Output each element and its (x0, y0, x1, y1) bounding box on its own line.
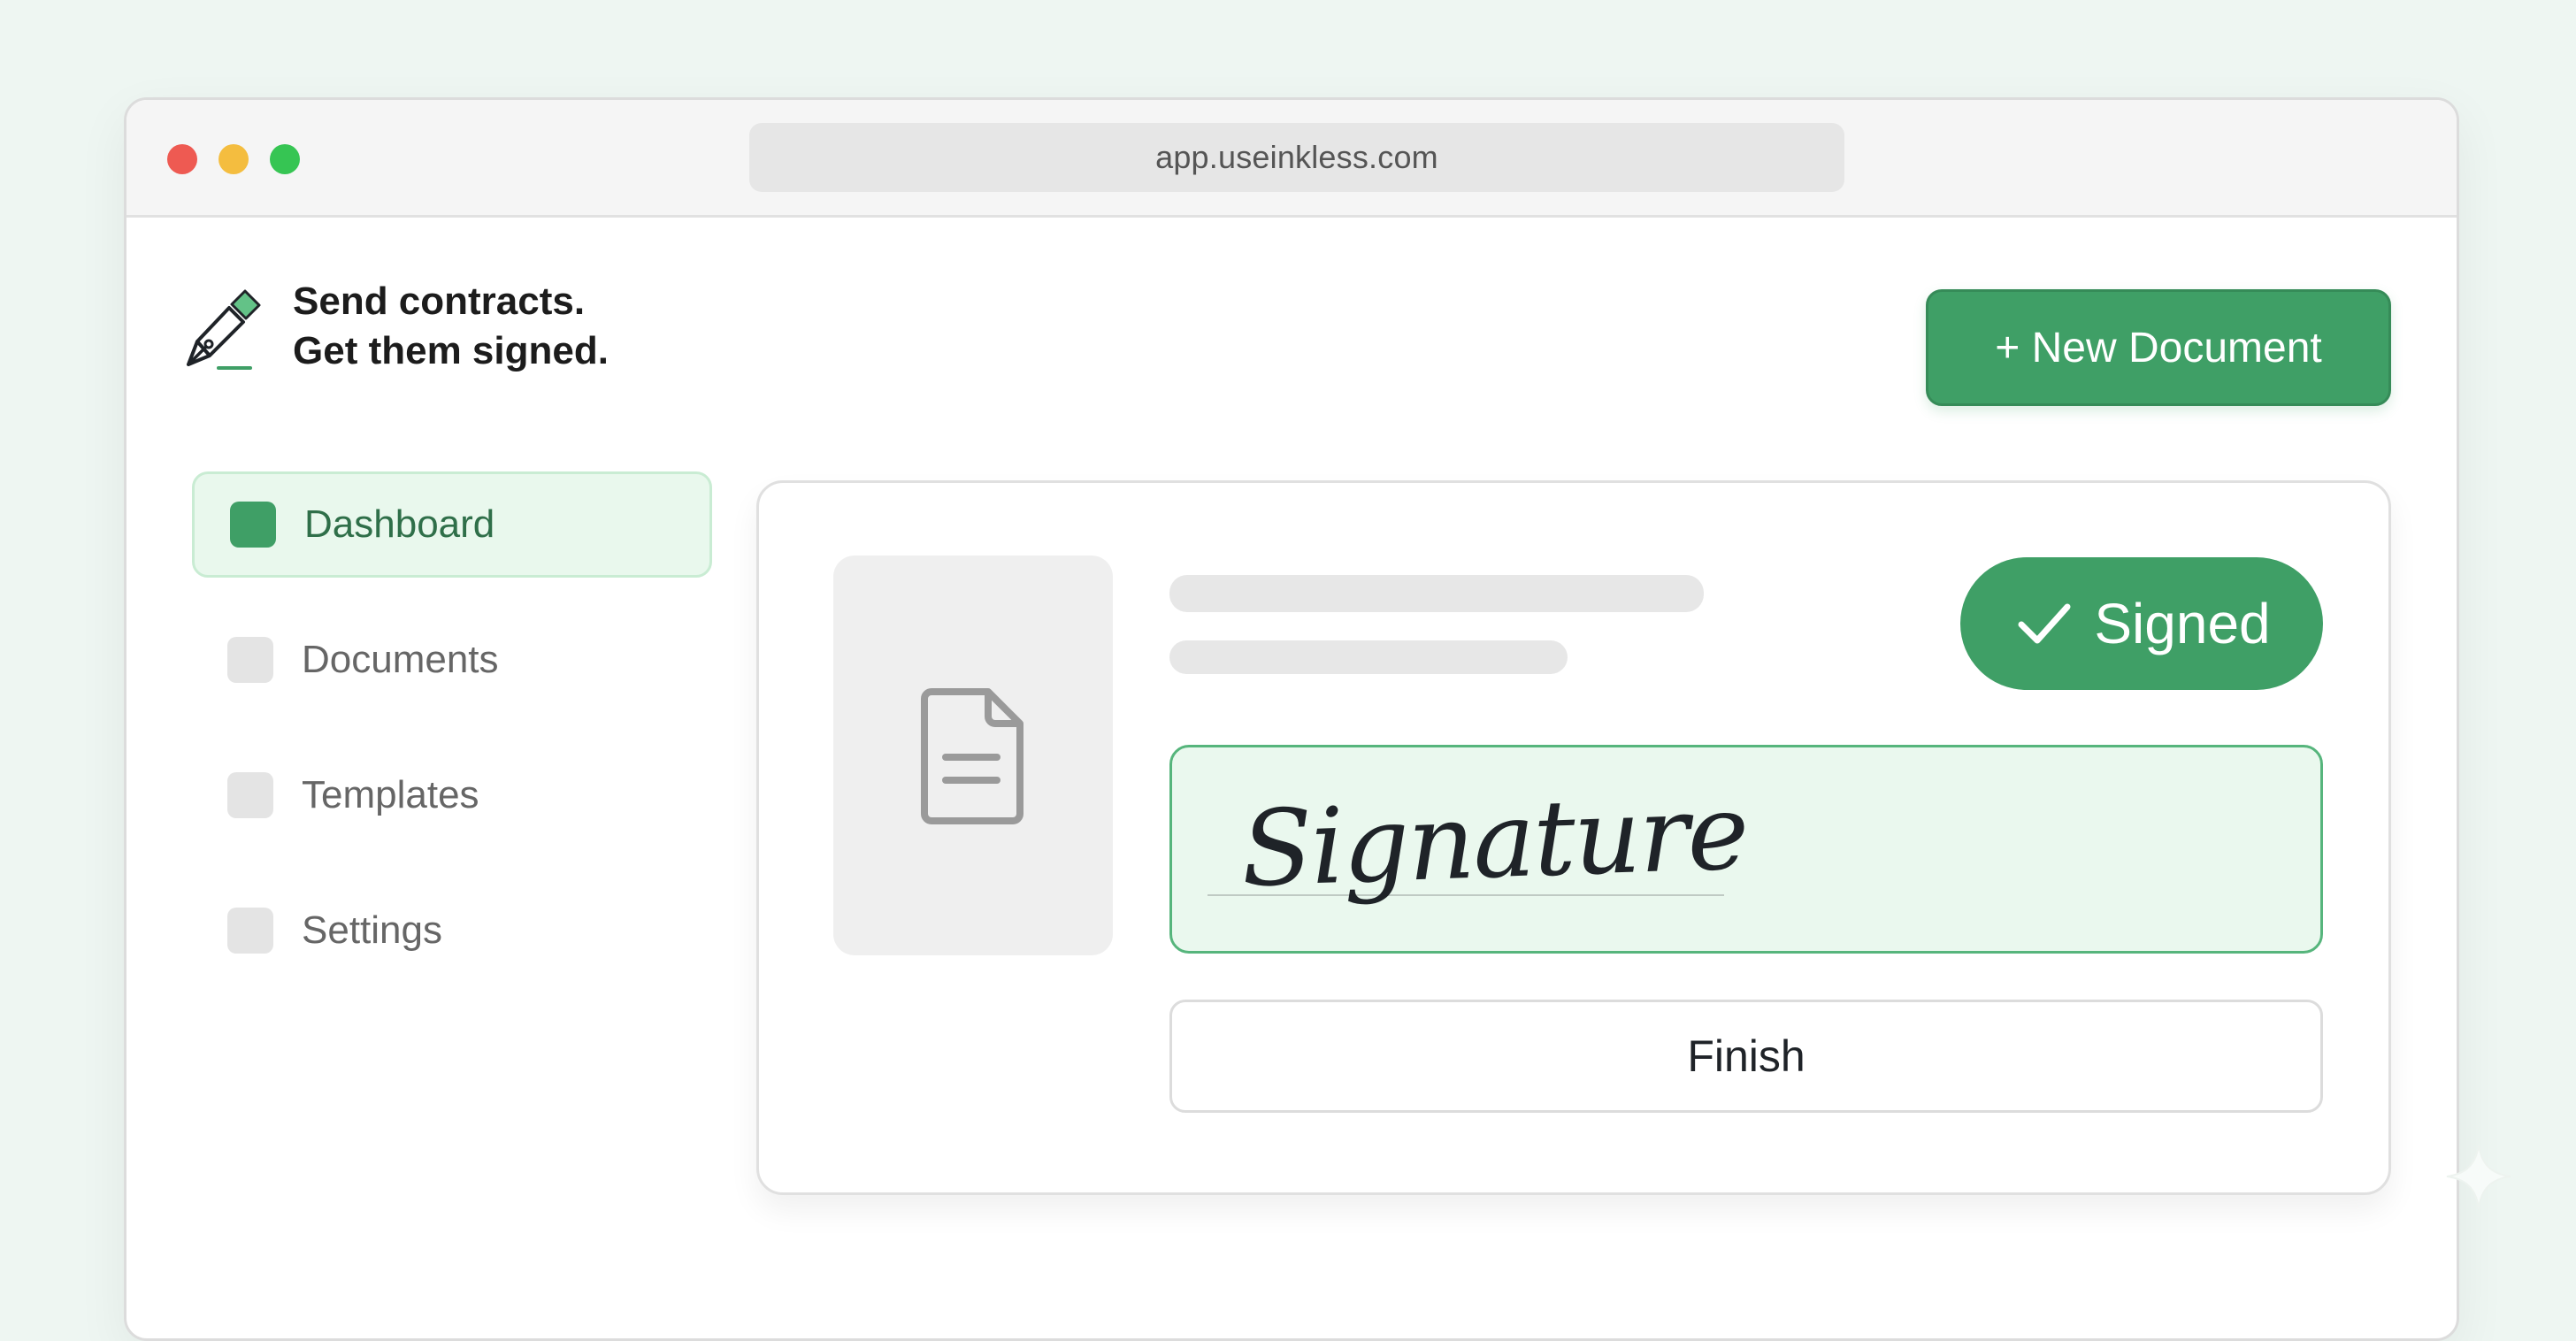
minimize-window-button[interactable] (218, 144, 249, 174)
sidebar-item-settings[interactable]: Settings (192, 877, 712, 984)
sidebar-item-label: Dashboard (304, 502, 495, 546)
document-subtitle-placeholder (1169, 640, 1568, 674)
checkmark-icon (2018, 603, 2071, 644)
signed-status-label: Signed (2094, 592, 2271, 655)
signature-field[interactable]: Signature (1169, 745, 2323, 954)
browser-window: app.useinkless.com Send contracts. Get t… (124, 97, 2459, 1341)
document-card: Signed Signature Finish (756, 480, 2391, 1195)
sidebar-item-label: Documents (302, 638, 499, 681)
document-title-placeholder (1169, 575, 1704, 612)
signature-value: Signature (1238, 770, 1750, 910)
close-window-button[interactable] (167, 144, 197, 174)
address-bar[interactable]: app.useinkless.com (749, 123, 1844, 192)
sidebar-item-label: Templates (302, 773, 479, 816)
maximize-window-button[interactable] (270, 144, 300, 174)
signed-status-badge: Signed (1960, 557, 2323, 690)
sidebar-item-dashboard[interactable]: Dashboard (192, 471, 712, 578)
pen-nib-icon (187, 289, 261, 370)
sidebar-item-label: Settings (302, 908, 442, 952)
sidebar-item-templates[interactable]: Templates (192, 742, 712, 848)
document-icon (921, 688, 1024, 824)
settings-icon (227, 908, 273, 954)
sparkle-icon (2446, 1144, 2511, 1209)
dashboard-icon (230, 502, 276, 548)
browser-titlebar: app.useinkless.com (126, 100, 2457, 218)
finish-button[interactable]: Finish (1169, 1000, 2323, 1113)
brand-line-1: Send contracts. (293, 280, 586, 323)
sidebar-item-documents[interactable]: Documents (192, 607, 712, 713)
new-document-button[interactable]: + New Document (1926, 289, 2391, 406)
templates-icon (227, 772, 273, 818)
sidebar: Dashboard Documents Templates Settings (192, 471, 712, 1013)
documents-icon (227, 637, 273, 683)
brand: Send contracts. Get them signed. (181, 277, 609, 376)
document-thumbnail (833, 556, 1113, 955)
brand-line-2: Get them signed. (293, 329, 609, 372)
